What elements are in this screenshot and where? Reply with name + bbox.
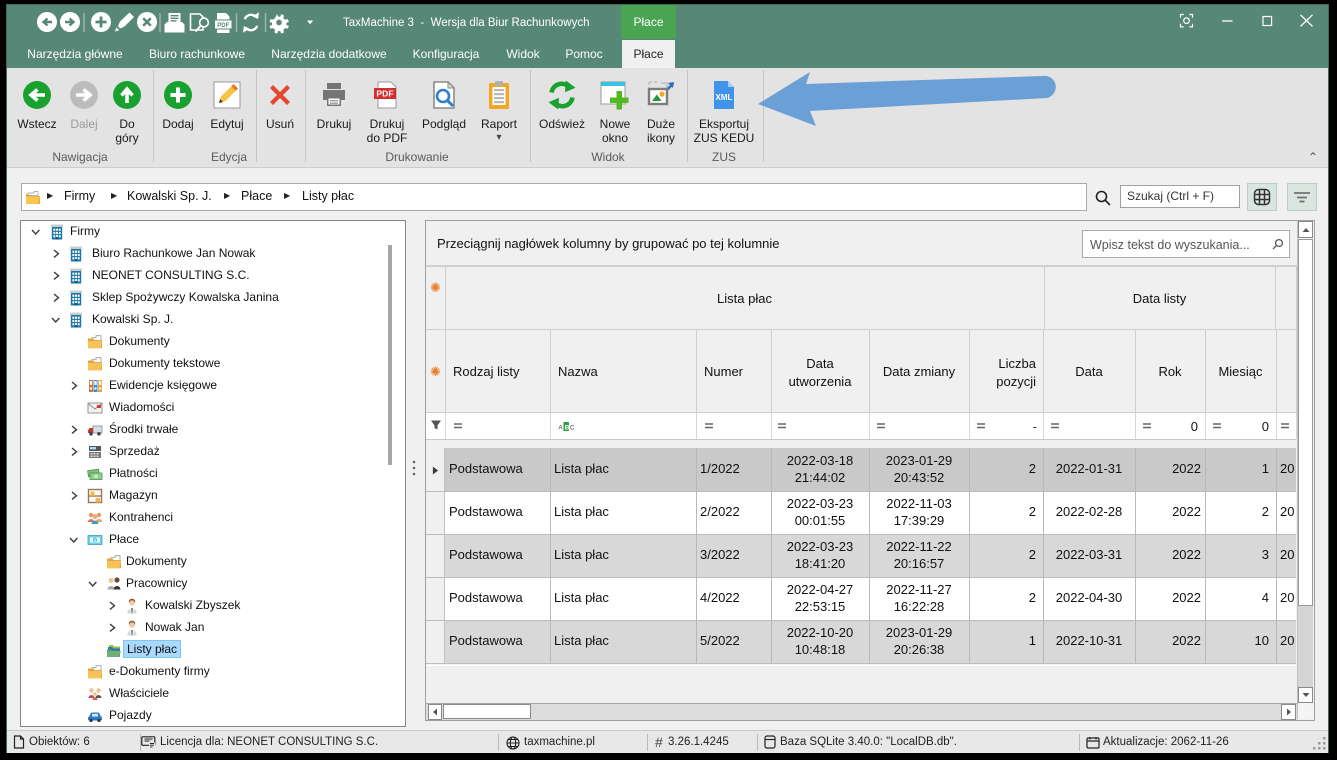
- svg-text:A: A: [559, 426, 563, 432]
- svg-text:XML: XML: [716, 93, 733, 102]
- svg-text:C: C: [570, 426, 575, 432]
- svg-text:B: B: [565, 425, 570, 432]
- svg-text:PDF: PDF: [376, 89, 393, 99]
- svg-text:PDF: PDF: [217, 23, 229, 29]
